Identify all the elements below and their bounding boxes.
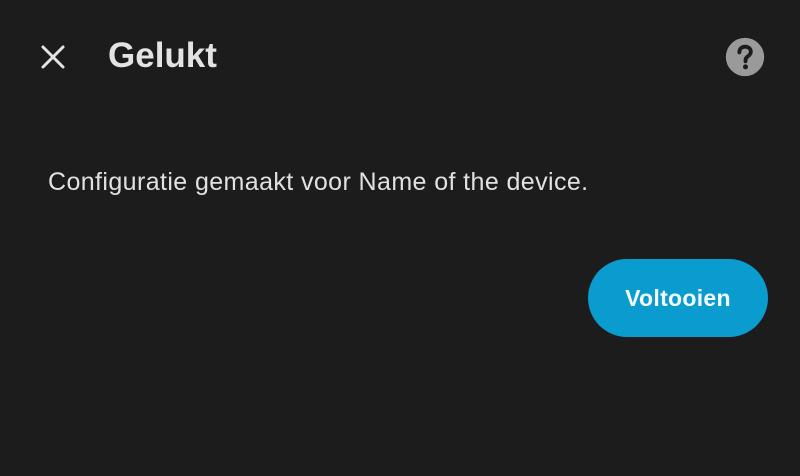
success-dialog: Gelukt Configuratie gemaakt voor Name of… [0,0,800,476]
dialog-header: Gelukt [0,0,800,112]
help-button[interactable] [722,34,768,80]
finish-button[interactable]: Voltooien [588,259,768,337]
dialog-message: Configuratie gemaakt voor Name of the de… [48,168,589,196]
close-icon [41,45,65,69]
close-button[interactable] [26,30,80,84]
help-circle-icon [725,37,765,77]
dialog-actions: Voltooien [588,259,768,337]
dialog-title: Gelukt [108,36,217,75]
